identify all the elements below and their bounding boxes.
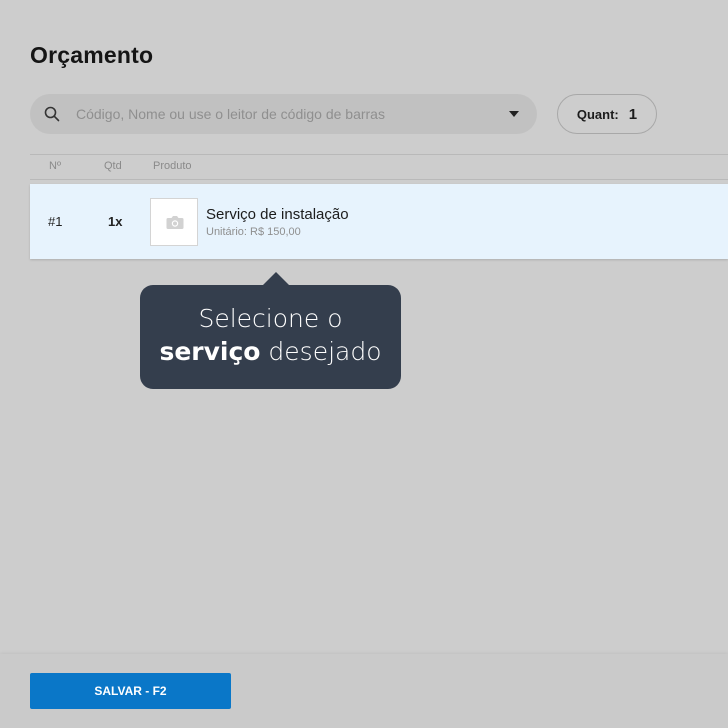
quantity-field[interactable]: Quant: 1: [557, 94, 657, 134]
tooltip-line-2-rest: desejado: [260, 337, 382, 366]
quantity-value[interactable]: 1: [629, 106, 637, 123]
search-icon: [44, 106, 60, 122]
product-unit-price: Unitário: R$ 150,00: [206, 226, 301, 238]
tooltip-arrow: [262, 272, 290, 286]
product-name: Serviço de instalação: [206, 206, 349, 223]
guide-tooltip: Selecione o serviço desejado: [140, 272, 401, 389]
column-header-product: Produto: [153, 160, 192, 172]
column-header-qty: Qtd: [104, 160, 122, 172]
budget-page: Orçamento Quant: 1 Nº Qtd Produto #1 1x …: [0, 0, 728, 728]
footer-bar: SALVAR - F2: [0, 654, 728, 728]
row-number: #1: [48, 214, 63, 229]
save-button[interactable]: SALVAR - F2: [30, 673, 231, 709]
tooltip-line-2: serviço desejado: [140, 335, 401, 368]
page-title: Orçamento: [30, 42, 154, 68]
camera-icon: [166, 216, 184, 229]
tooltip-highlight: serviço: [159, 337, 261, 366]
product-search[interactable]: [30, 94, 537, 134]
quantity-label: Quant:: [576, 106, 619, 122]
chevron-down-icon[interactable]: [509, 111, 519, 117]
column-header-number: Nº: [49, 160, 61, 172]
product-thumbnail: [150, 198, 198, 246]
tooltip-line-1: Selecione o: [198, 304, 343, 333]
row-quantity: 1x: [108, 214, 123, 229]
table-header: Nº Qtd Produto: [30, 154, 728, 180]
table-row[interactable]: #1 1x Serviço de instalação Unitário: R$…: [30, 184, 728, 259]
search-input[interactable]: [76, 94, 476, 134]
